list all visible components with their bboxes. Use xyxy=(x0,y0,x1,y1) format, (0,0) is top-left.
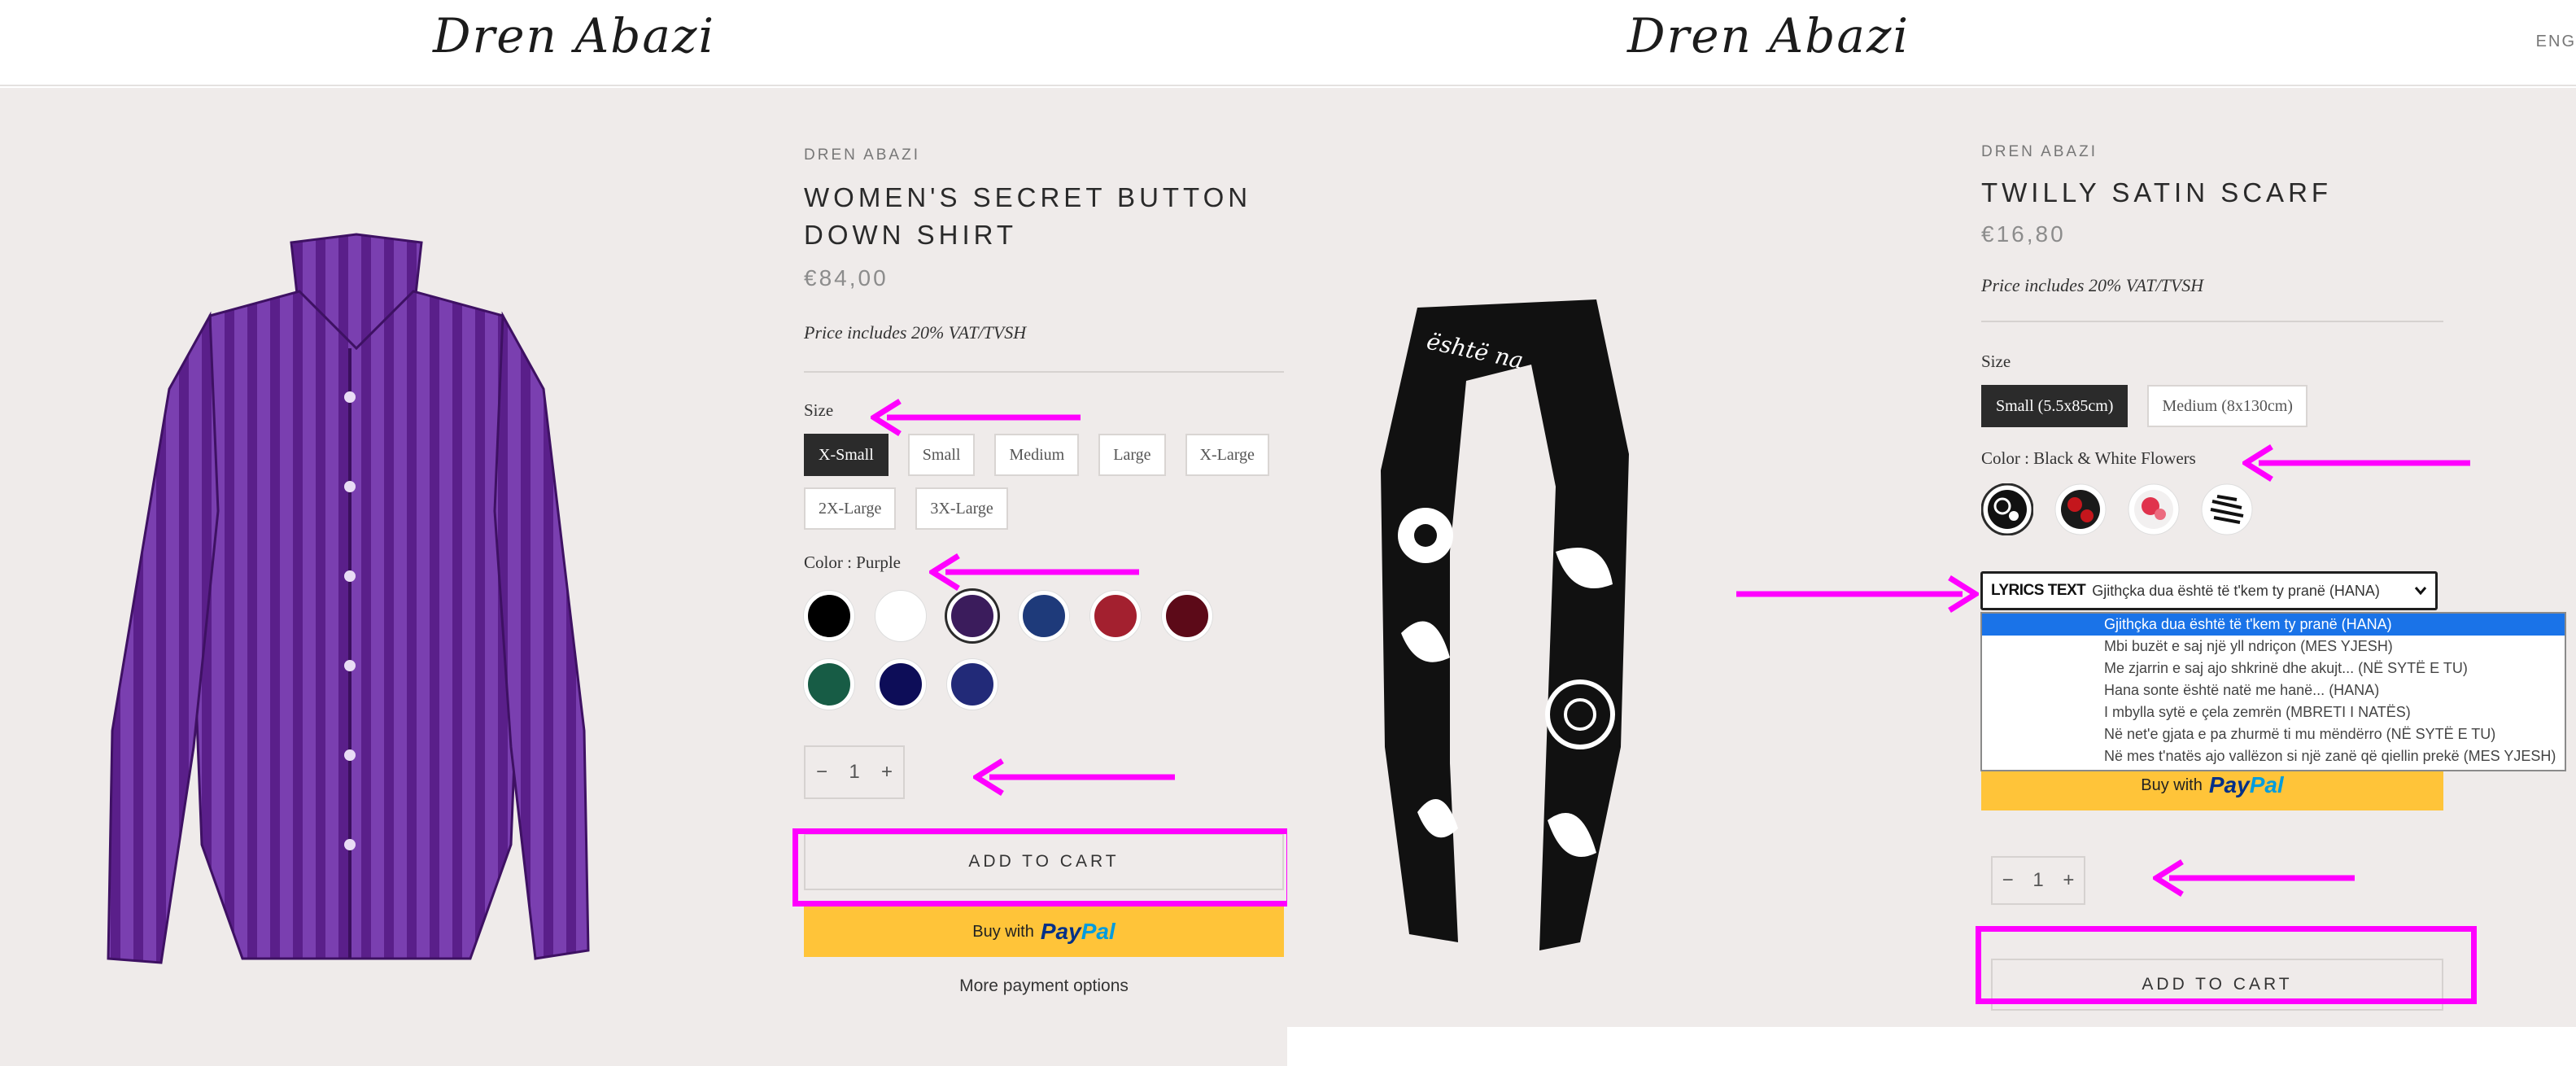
lyrics-option[interactable]: Në net'e gjata e pa zhurmë ti mu mëndërr… xyxy=(1982,723,2565,745)
lyrics-option[interactable]: Gjithçka dua është të t'kem ty pranë (HA… xyxy=(1982,614,2565,636)
paypal-logo: PayPal xyxy=(2208,772,2284,797)
paypal-prefix: Buy with xyxy=(2141,775,2203,794)
color-swatch[interactable] xyxy=(1162,591,1212,641)
annotation-arrow-quantity xyxy=(973,758,1175,796)
annotation-arrow-color xyxy=(2242,444,2470,482)
annotation-arrow-size xyxy=(871,399,1081,436)
size-option-small[interactable]: Small (5.5x85cm) xyxy=(1981,385,2128,427)
product-vendor[interactable]: DREN ABAZI xyxy=(804,146,1284,164)
product-image-scarf: është na xyxy=(1369,291,1645,959)
size-label: Size xyxy=(1981,352,2011,371)
vat-note: Price includes 20% VAT/TVSH xyxy=(804,322,1027,343)
qty-decrease-button[interactable]: − xyxy=(806,761,838,784)
size-options: Small (5.5x85cm) Medium (8x130cm) xyxy=(1981,385,2551,427)
paypal-logo: PayPal xyxy=(1040,919,1116,944)
annotation-arrow-lyrics xyxy=(1736,575,1979,613)
product-title-line2: DOWN SHIRT xyxy=(804,220,1018,250)
vat-note: Price includes 20% VAT/TVSH xyxy=(1981,275,2204,295)
color-swatch[interactable] xyxy=(947,591,998,641)
color-swatch[interactable] xyxy=(804,591,854,641)
size-option-medium[interactable]: Medium (8x130cm) xyxy=(2147,385,2307,427)
product-price: €84,00 xyxy=(804,265,889,291)
swatch-pink-flowers[interactable] xyxy=(2128,483,2180,535)
chevron-down-icon xyxy=(2414,587,2427,596)
lyrics-text-select[interactable]: LYRICS TEXT Gjithçka dua është të t'kem … xyxy=(1980,571,2438,610)
lyrics-option[interactable]: Hana sonte është natë me hanë... (HANA) xyxy=(1982,679,2565,701)
lyrics-dropdown-list: Gjithçka dua është të t'kem ty pranë (HA… xyxy=(1980,612,2566,771)
shirt-product-page: Dren Abazi DREN ABAZI WOMEN'S SECRET BUT… xyxy=(0,0,1287,1066)
product-section: është na DREN ABAZI TWILLY SATIN SCARF €… xyxy=(1287,88,2576,1027)
swatch-red-black-flowers[interactable] xyxy=(2054,483,2107,535)
divider xyxy=(804,371,1284,373)
color-swatch[interactable] xyxy=(947,659,998,710)
lyrics-selected-value: Gjithçka dua është të t'kem ty pranë (HA… xyxy=(2092,582,2380,599)
size-option-xlarge[interactable]: X-Large xyxy=(1185,434,1269,476)
size-option-2xlarge[interactable]: 2X-Large xyxy=(804,487,897,530)
annotation-box-add-to-cart xyxy=(792,828,1287,907)
qty-value[interactable]: 1 xyxy=(838,761,871,784)
scarf-product-page: Dren Abazi ENG është na DREN ABAZI TWILL… xyxy=(1287,0,2576,1066)
quantity-stepper: − 1 + xyxy=(804,745,905,799)
color-swatch[interactable] xyxy=(804,659,854,710)
product-vendor[interactable]: DREN ABAZI xyxy=(1981,143,2551,161)
color-swatch[interactable] xyxy=(875,659,926,710)
size-option-large[interactable]: Large xyxy=(1098,434,1166,476)
size-option-3xlarge[interactable]: 3X-Large xyxy=(915,487,1008,530)
product-image-shirt xyxy=(88,226,609,999)
lyrics-option[interactable]: Në mes t'natës ajo vallëzon si një zanë … xyxy=(1982,745,2565,767)
size-option-small[interactable]: Small xyxy=(907,434,976,476)
qty-increase-button[interactable]: + xyxy=(871,761,903,784)
color-swatches xyxy=(1981,483,2551,535)
swatch-black-white-flowers[interactable] xyxy=(1981,483,2033,535)
annotation-arrow-color xyxy=(929,553,1139,591)
annotation-arrow-quantity xyxy=(2153,859,2355,897)
color-swatches xyxy=(804,591,1260,710)
color-swatch[interactable] xyxy=(1019,591,1069,641)
size-options: X-Small Small Medium Large X-Large 2X-La… xyxy=(804,434,1284,530)
qty-increase-button[interactable]: + xyxy=(2054,869,2084,892)
swatch-zebra-pattern[interactable] xyxy=(2201,483,2253,535)
product-section: DREN ABAZI WOMEN'S SECRET BUTTON DOWN SH… xyxy=(0,88,1287,1066)
size-option-xsmall[interactable]: X-Small xyxy=(804,434,889,476)
qty-decrease-button[interactable]: − xyxy=(1993,869,2023,892)
product-price: €16,80 xyxy=(1981,221,2066,247)
product-title: WOMEN'S SECRET BUTTON DOWN SHIRT xyxy=(804,179,1284,254)
site-header: Dren Abazi ENG xyxy=(1287,0,2576,86)
color-swatch[interactable] xyxy=(875,591,926,641)
quantity-stepper: − 1 + xyxy=(1991,856,2085,905)
site-header: Dren Abazi xyxy=(0,0,1287,86)
paypal-prefix: Buy with xyxy=(972,922,1034,941)
size-option-medium[interactable]: Medium xyxy=(994,434,1080,476)
color-swatch[interactable] xyxy=(1090,591,1141,641)
lyrics-option[interactable]: Me zjarrin e saj ajo shkrinë dhe akujt..… xyxy=(1982,658,2565,679)
paypal-button[interactable]: Buy with PayPal xyxy=(804,907,1284,957)
brand-logo[interactable]: Dren Abazi xyxy=(1627,8,1910,63)
lyrics-option[interactable]: I mbylla sytë e çela zemrën (MBRETI I NA… xyxy=(1982,701,2565,723)
lyrics-text-label: LYRICS TEXT xyxy=(1991,582,2086,599)
product-title-line1: WOMEN'S SECRET BUTTON xyxy=(804,182,1252,212)
lyrics-option[interactable]: Mbi buzët e saj një yll ndriçon (MES YJE… xyxy=(1982,636,2565,658)
brand-logo[interactable]: Dren Abazi xyxy=(433,8,715,63)
divider xyxy=(1981,321,2443,322)
product-title: TWILLY SATIN SCARF xyxy=(1981,177,2333,208)
qty-value[interactable]: 1 xyxy=(2023,869,2053,892)
more-payment-options-link[interactable]: More payment options xyxy=(804,976,1284,996)
annotation-box-add-to-cart xyxy=(1976,926,2477,1004)
language-selector[interactable]: ENG xyxy=(2536,33,2576,51)
